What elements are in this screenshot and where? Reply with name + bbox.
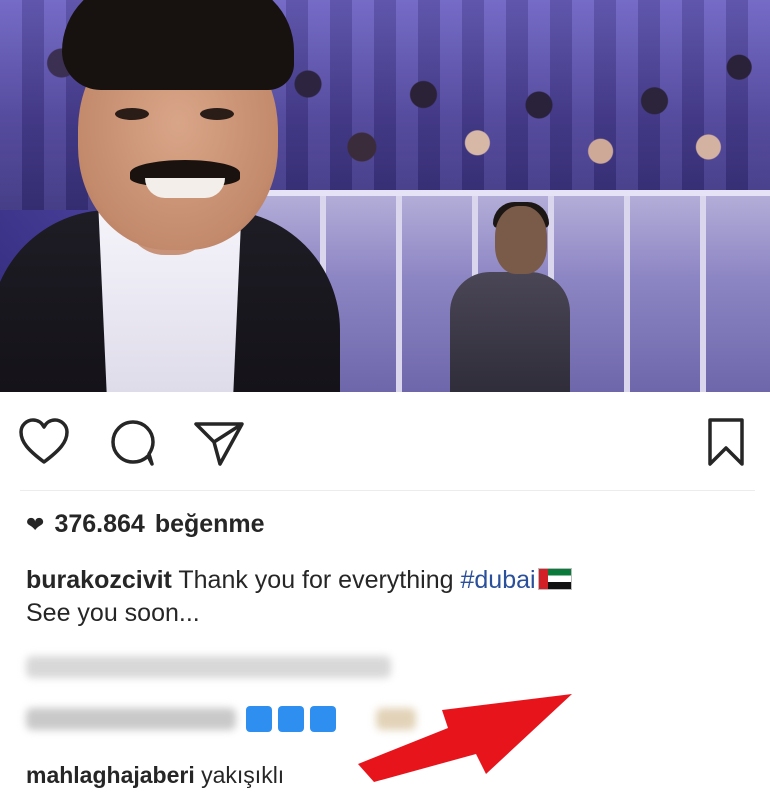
comment-text: yakışıklı — [201, 762, 285, 788]
man-eye-right — [200, 108, 234, 120]
action-bar — [0, 400, 770, 486]
caption-hashtag[interactable]: #dubai — [460, 566, 535, 594]
likes-label: beğenme — [154, 510, 265, 538]
caption-username[interactable]: burakozcivit — [26, 566, 172, 594]
post-photo[interactable] — [0, 0, 770, 392]
heart-filled-icon: ❤ — [26, 511, 45, 537]
caption: burakozcivit Thank you for everything #d… — [26, 564, 746, 630]
view-comments-link-blurred[interactable] — [26, 656, 391, 678]
heart-outline-icon[interactable] — [18, 418, 70, 466]
blue-heart-emoji — [246, 706, 272, 732]
man-eye-left — [115, 108, 149, 120]
blue-heart-emoji — [310, 706, 336, 732]
blue-heart-emoji — [278, 706, 304, 732]
bookmark-icon[interactable] — [706, 416, 746, 468]
likes-number: 376.864 — [54, 510, 145, 538]
bodyguard-head — [495, 206, 547, 274]
blurred-blue-hearts — [246, 706, 336, 732]
uae-flag-icon — [537, 568, 572, 590]
likes-count[interactable]: ❤ 376.864 beğenme — [26, 510, 265, 539]
man-hair — [62, 0, 294, 90]
comment-username[interactable]: mahlaghajaberi — [26, 762, 195, 788]
bodyguard — [450, 272, 570, 392]
man-smile — [145, 178, 225, 198]
paper-plane-icon[interactable] — [192, 418, 246, 468]
comment-bubble-icon[interactable] — [108, 418, 158, 468]
comment: mahlaghajaberi yakışıklı — [26, 762, 284, 789]
caption-text: Thank you for everything — [178, 566, 454, 594]
caption-line2: See you soon... — [26, 599, 200, 627]
red-arrow-icon — [356, 690, 576, 790]
blurred-comment-username — [26, 708, 236, 730]
divider — [20, 490, 755, 491]
